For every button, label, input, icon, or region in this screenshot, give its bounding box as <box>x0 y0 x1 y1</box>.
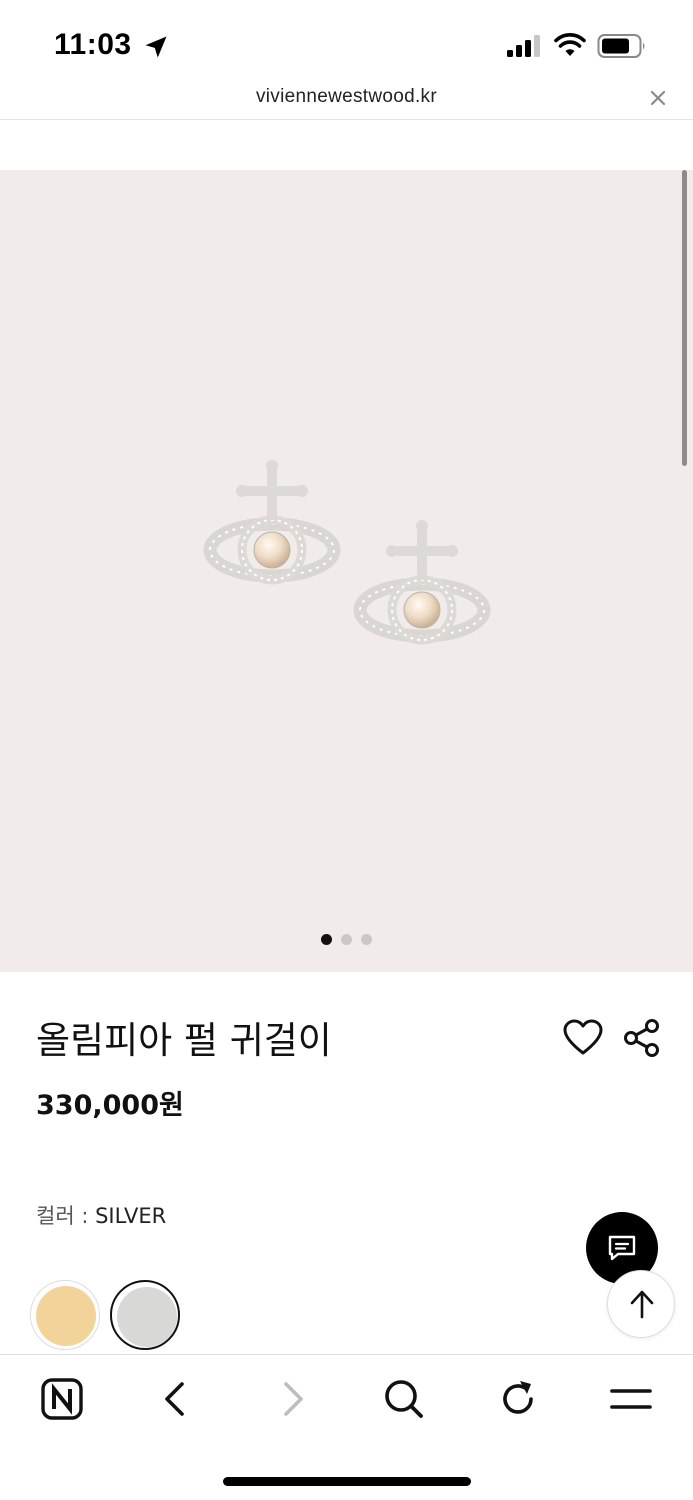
product-price: 330,000원 <box>36 1090 184 1121</box>
wifi-icon <box>554 33 586 56</box>
naver-home-icon[interactable] <box>38 1375 86 1423</box>
chat-icon <box>608 1235 636 1261</box>
color-swatches <box>30 1280 180 1350</box>
refresh-icon[interactable] <box>494 1375 542 1423</box>
swatch-silver[interactable] <box>110 1280 180 1350</box>
product-title: 올림피아 펄 귀걸이 <box>36 1019 332 1062</box>
heart-icon[interactable] <box>562 1018 604 1058</box>
status-bar: 11:03 <box>0 0 693 86</box>
scroll-to-top-button[interactable] <box>607 1270 675 1338</box>
carousel-dot-1[interactable] <box>321 934 332 945</box>
swatch-gold[interactable] <box>30 1280 100 1350</box>
color-label-text: 컬러 : <box>36 1204 89 1228</box>
search-icon[interactable] <box>380 1375 428 1423</box>
color-value: SILVER <box>95 1204 167 1228</box>
color-label: 컬러 : SILVER <box>36 1200 166 1230</box>
browser-url-bar[interactable]: viviennewestwood.kr <box>0 80 693 120</box>
forward-arrow-icon[interactable] <box>268 1375 316 1423</box>
arrow-up-icon <box>630 1290 654 1319</box>
menu-icon[interactable] <box>607 1375 655 1423</box>
scrollbar <box>682 170 687 466</box>
battery-icon <box>597 34 645 58</box>
pearl-orb-earrings-image <box>203 460 491 645</box>
carousel-dot-3[interactable] <box>361 934 372 945</box>
location-arrow-icon <box>145 36 167 58</box>
browser-toolbar <box>0 1354 693 1500</box>
back-arrow-icon[interactable] <box>152 1375 200 1423</box>
home-indicator <box>223 1477 471 1486</box>
status-time: 11:03 <box>54 28 132 61</box>
carousel-dot-2[interactable] <box>341 934 352 945</box>
share-icon[interactable] <box>622 1018 662 1058</box>
url-text[interactable]: viviennewestwood.kr <box>0 86 693 108</box>
carousel-dots <box>0 934 693 945</box>
product-image-carousel[interactable] <box>0 170 693 972</box>
close-icon[interactable] <box>646 86 670 110</box>
cellular-signal-icon <box>507 35 540 57</box>
